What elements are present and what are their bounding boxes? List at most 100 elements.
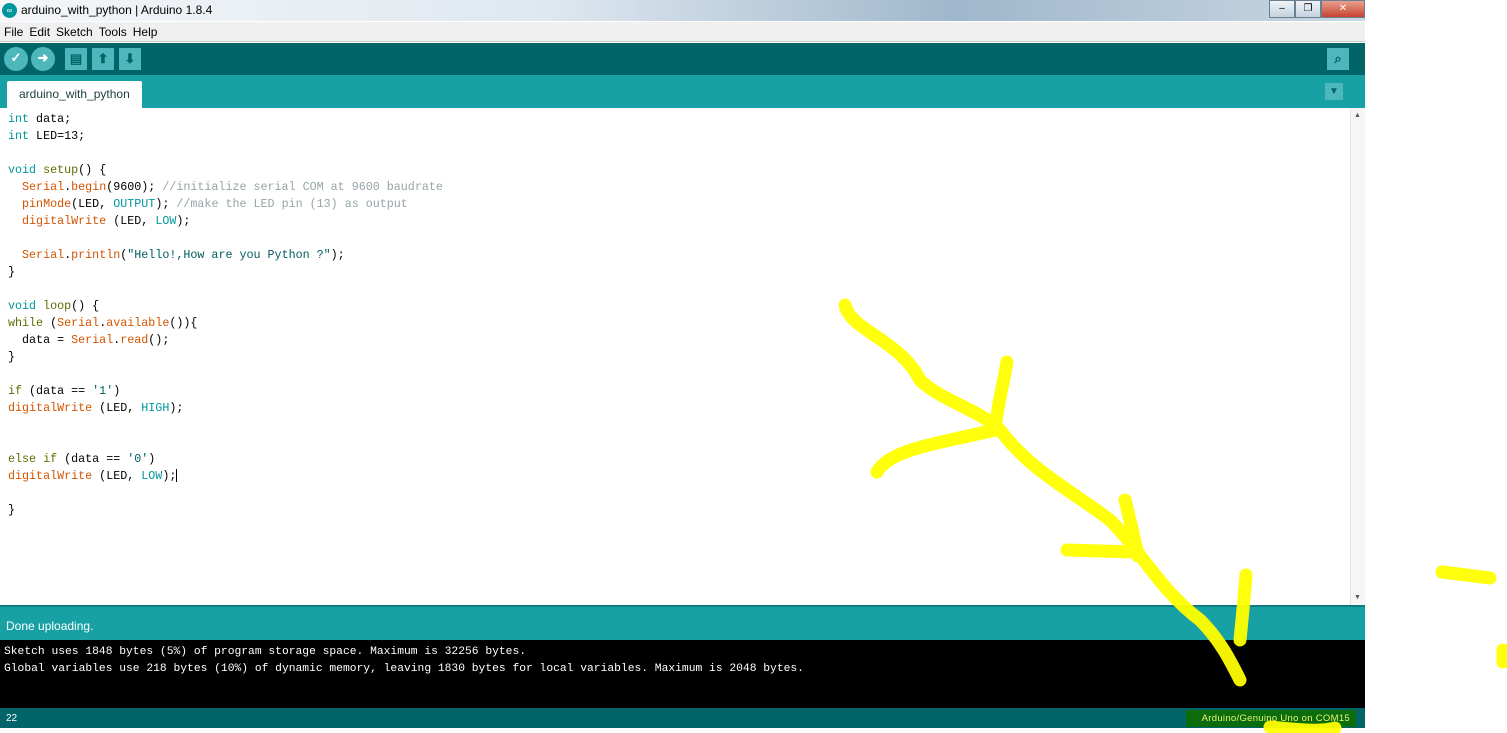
code-token: ) xyxy=(113,384,121,398)
code-line[interactable]: } xyxy=(8,349,443,366)
code-token: int xyxy=(8,112,30,126)
new-sketch-button[interactable]: ▤ xyxy=(65,48,87,70)
code-token: } xyxy=(8,265,16,279)
code-token: "Hello!,How are you Python ?" xyxy=(127,248,331,262)
code-token: if xyxy=(43,452,58,466)
code-line[interactable]: Serial.begin(9600); //initialize serial … xyxy=(8,179,443,196)
code-token: '1' xyxy=(92,384,114,398)
code-token: () { xyxy=(78,163,107,177)
upload-button[interactable]: ➜ xyxy=(31,47,55,71)
maximize-button[interactable]: ❐ xyxy=(1295,0,1321,18)
tab-arduino-with-python[interactable]: arduino_with_python xyxy=(7,81,142,108)
code-token: ( xyxy=(43,316,58,330)
code-line[interactable]: } xyxy=(8,264,443,281)
code-token: available xyxy=(106,316,170,330)
console-line: Global variables use 218 bytes (10%) of … xyxy=(4,663,804,675)
code-line[interactable]: void setup() { xyxy=(8,162,443,179)
code-token: Serial xyxy=(71,333,114,347)
code-line[interactable]: Serial.println("Hello!,How are you Pytho… xyxy=(8,247,443,264)
menu-tools[interactable]: Tools xyxy=(95,22,129,39)
code-line[interactable] xyxy=(8,281,443,298)
code-line[interactable]: data = Serial.read(); xyxy=(8,332,443,349)
code-token: int xyxy=(8,129,30,143)
verify-button[interactable]: ✓ xyxy=(4,47,28,71)
code-token: ()){ xyxy=(169,316,198,330)
code-token: loop xyxy=(43,299,72,313)
code-token: //make the LED pin (13) as output xyxy=(176,197,408,211)
code-line[interactable]: } xyxy=(8,502,443,519)
vertical-scrollbar[interactable]: ▲ ▼ xyxy=(1350,108,1365,605)
menu-file[interactable]: File xyxy=(0,22,25,39)
menu-sketch[interactable]: Sketch xyxy=(52,22,95,39)
tab-menu-dropdown[interactable]: ▼ xyxy=(1325,83,1343,100)
code-line[interactable]: while (Serial.available()){ xyxy=(8,315,443,332)
menu-bar: File Edit Sketch Tools Help xyxy=(0,22,1365,42)
code-editor[interactable]: int data; int LED=13; void setup() { Seria… xyxy=(0,108,1365,605)
code-token: digitalWrite xyxy=(22,214,107,228)
code-token: //initialize serial COM at 9600 baudrate xyxy=(162,180,443,194)
serial-monitor-button[interactable]: ⌕ xyxy=(1327,48,1349,70)
arduino-logo-icon: ∞ xyxy=(2,3,17,18)
tab-bar: arduino_with_python ▼ xyxy=(0,75,1365,108)
code-token: ); xyxy=(155,197,177,211)
code-line[interactable] xyxy=(8,434,443,451)
code-token: (LED, xyxy=(106,214,156,228)
code-token: Serial xyxy=(22,248,65,262)
code-line[interactable]: digitalWrite (LED, HIGH); xyxy=(8,400,443,417)
code-token: else xyxy=(8,452,37,466)
code-token: data; xyxy=(29,112,72,126)
code-token: } xyxy=(8,503,16,517)
code-token: LOW xyxy=(155,214,177,228)
code-line[interactable] xyxy=(8,366,443,383)
save-button[interactable]: ⬇ xyxy=(119,48,141,70)
window-title: arduino_with_python | Arduino 1.8.4 xyxy=(21,3,213,17)
code-token: (data == xyxy=(57,452,128,466)
line-number: 22 xyxy=(6,713,18,724)
status-message: Done uploading. xyxy=(6,619,94,633)
code-line[interactable]: int data; xyxy=(8,111,443,128)
code-token: (data == xyxy=(22,384,93,398)
code-line[interactable]: pinMode(LED, OUTPUT); //make the LED pin… xyxy=(8,196,443,213)
code-token: (); xyxy=(148,333,170,347)
code-text[interactable]: int data; int LED=13; void setup() { Seria… xyxy=(8,111,443,519)
console-output: Sketch uses 1848 bytes (5%) of program s… xyxy=(0,640,1365,708)
code-line[interactable]: void loop() { xyxy=(8,298,443,315)
scroll-up-icon[interactable]: ▲ xyxy=(1354,112,1361,119)
code-line[interactable] xyxy=(8,230,443,247)
code-line[interactable]: else if (data == '0') xyxy=(8,451,443,468)
code-token: if xyxy=(8,384,23,398)
code-token: data = xyxy=(8,333,72,347)
code-token: LOW xyxy=(141,469,163,483)
title-bar: ∞ arduino_with_python | Arduino 1.8.4 – … xyxy=(0,0,1365,21)
code-line[interactable]: digitalWrite (LED, LOW); xyxy=(8,213,443,230)
code-token: ); xyxy=(169,401,184,415)
open-button[interactable]: ⬆ xyxy=(92,48,114,70)
code-line[interactable]: digitalWrite (LED, LOW); xyxy=(8,468,443,485)
code-line[interactable]: if (data == '1') xyxy=(8,383,443,400)
footer-bar: 22 Arduino/Genuino Uno on COM15 xyxy=(0,708,1365,728)
code-token: ); xyxy=(176,214,191,228)
code-token: while xyxy=(8,316,44,330)
code-token: (LED, xyxy=(71,197,114,211)
code-line[interactable] xyxy=(8,485,443,502)
menu-help[interactable]: Help xyxy=(129,22,160,39)
toolbar: ✓ ➜ ▤ ⬆ ⬇ ⌕ xyxy=(0,43,1365,75)
code-token: ) xyxy=(148,452,156,466)
code-line[interactable]: int LED=13; xyxy=(8,128,443,145)
code-token: (LED, xyxy=(92,469,142,483)
scroll-down-icon[interactable]: ▼ xyxy=(1354,594,1361,601)
code-token: Serial xyxy=(57,316,100,330)
code-token: digitalWrite xyxy=(8,469,93,483)
code-token: pinMode xyxy=(22,197,72,211)
minimize-button[interactable]: – xyxy=(1269,0,1295,18)
code-token: (LED, xyxy=(92,401,142,415)
close-button[interactable]: ✕ xyxy=(1321,0,1365,18)
code-line[interactable] xyxy=(8,417,443,434)
menu-edit[interactable]: Edit xyxy=(25,22,52,39)
code-token: digitalWrite xyxy=(8,401,93,415)
code-line[interactable] xyxy=(8,145,443,162)
code-token: OUTPUT xyxy=(113,197,156,211)
